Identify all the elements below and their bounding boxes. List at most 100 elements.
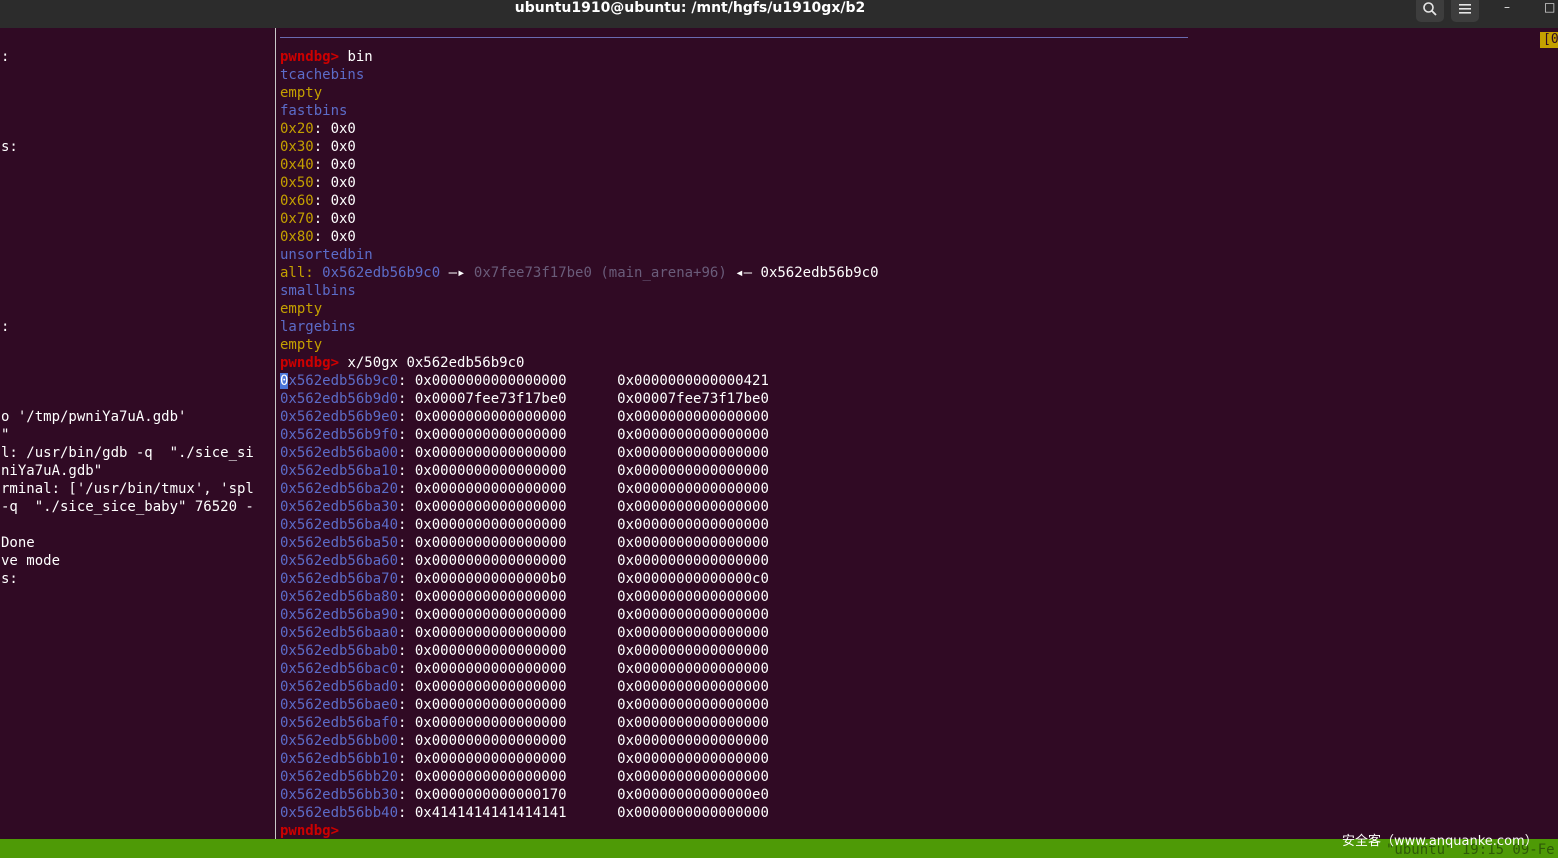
fastbin-row: 0x70: 0x0 [280, 211, 356, 227]
fastbin-size: 0x70 [280, 211, 314, 227]
fastbin-value: 0x0 [330, 139, 356, 155]
memory-value: 0x00000000000000e0 [617, 787, 769, 803]
largebins-value: empty [280, 337, 323, 353]
command-text: x/50gx 0x562edb56b9c0 [339, 355, 525, 371]
memory-row: 0x562edb56ba60: 0x0000000000000000 0x000… [280, 553, 769, 569]
tcachebins-header: tcachebins [280, 67, 365, 83]
smallbins-header: smallbins [280, 283, 356, 299]
memory-value: 0x0000000000000000 [617, 445, 769, 461]
memory-address: 0x562edb56ba00 [280, 445, 399, 461]
memory-value: 0x0000000000000000 [617, 697, 769, 713]
memory-value: 0x00007fee73f17be0 [414, 391, 567, 407]
memory-row: 0x562edb56ba30: 0x0000000000000000 0x000… [280, 499, 769, 515]
memory-value: 0x0000000000000000 [617, 805, 769, 821]
memory-value: 0x0000000000000000 [617, 517, 769, 533]
minimize-button[interactable]: – [1504, 0, 1510, 14]
memory-value: 0x0000000000000170 [414, 787, 567, 803]
memory-value: 0x0000000000000000 [617, 535, 769, 551]
memory-value: 0x0000000000000000 [617, 715, 769, 731]
memory-value: 0x0000000000000000 [414, 661, 567, 677]
memory-value: 0x0000000000000000 [617, 661, 769, 677]
memory-address: 0x562edb56ba30 [280, 499, 399, 515]
memory-row: 0x562edb56bb10: 0x0000000000000000 0x000… [280, 751, 769, 767]
memory-address: 0x562edb56b9e0 [280, 409, 399, 425]
memory-address: 0x562edb56bac0 [280, 661, 399, 677]
maximize-button[interactable]: □ [1544, 0, 1555, 14]
memory-address: 0x562edb56ba70 [280, 571, 399, 587]
left-terminal-pane[interactable]: : s:: o '/tmp/pwniYa7uA.gdb' " l: /usr/bin/g… [1, 48, 273, 838]
memory-value: 0x0000000000000000 [617, 769, 769, 785]
terminal-line: " [1, 427, 10, 443]
fastbin-value: 0x0 [330, 211, 356, 227]
terminal-line: : [1, 49, 10, 65]
prompt: pwndbg> [280, 355, 340, 371]
memory-value: 0x0000000000000000 [414, 769, 567, 785]
terminal-line: -q "./sice_sice_baby" 76520 - [1, 499, 254, 515]
memory-address: 0x562edb56bb30 [280, 787, 399, 803]
memory-row: 0x562edb56bb40: 0x4141414141414141 0x000… [280, 805, 769, 821]
unsortedbin-header: unsortedbin [280, 247, 373, 263]
memory-row: 0x562edb56b9d0: 0x00007fee73f17be0 0x000… [280, 391, 769, 407]
menu-button[interactable] [1451, 0, 1479, 22]
memory-address: 0x562edb56baa0 [280, 625, 399, 641]
memory-value: 0x0000000000000000 [414, 427, 567, 443]
memory-row: 0x562edb56bab0: 0x0000000000000000 0x000… [280, 643, 769, 659]
terminal-line: Done [1, 535, 35, 551]
terminal-line: niYa7uA.gdb" [1, 463, 103, 479]
memory-value: 0x0000000000000000 [414, 643, 567, 659]
memory-value: 0x0000000000000000 [414, 589, 567, 605]
search-icon [1423, 2, 1437, 16]
memory-value: 0x4141414141414141 [414, 805, 567, 821]
terminal-area[interactable]: [0 : s:: o '/tmp/pwniYa7uA.gdb' " l: /usr/bi… [0, 28, 1558, 839]
search-button[interactable] [1416, 0, 1444, 22]
memory-row: 0x562edb56b9c0: 0x0000000000000000 0x000… [280, 373, 769, 389]
terminal-line: l: /usr/bin/gdb -q "./sice_si [1, 445, 254, 461]
memory-value: 0x0000000000000000 [414, 607, 567, 623]
fastbin-value: 0x0 [330, 193, 356, 209]
memory-value: 0x0000000000000000 [617, 409, 769, 425]
memory-value: 0x0000000000000000 [414, 445, 567, 461]
memory-row: 0x562edb56bad0: 0x0000000000000000 0x000… [280, 679, 769, 695]
right-terminal-pane[interactable]: pwndbg> bin tcachebins empty fastbins 0x… [280, 48, 1540, 840]
window-titlebar: ubuntu1910@ubuntu: /mnt/hgfs/u1910gx/b2 … [0, 0, 1558, 28]
memory-row: 0x562edb56ba00: 0x0000000000000000 0x000… [280, 445, 769, 461]
memory-address: 0x562edb56b9c0 [280, 373, 399, 389]
memory-address: 0x562edb56ba50 [280, 535, 399, 551]
memory-value: 0x0000000000000421 [617, 373, 769, 389]
pane-divider[interactable] [275, 28, 276, 839]
memory-row: 0x562edb56bb20: 0x0000000000000000 0x000… [280, 769, 769, 785]
memory-address: 0x562edb56b9f0 [280, 427, 399, 443]
memory-row: 0x562edb56ba90: 0x0000000000000000 0x000… [280, 607, 769, 623]
memory-value: 0x0000000000000000 [617, 625, 769, 641]
memory-row: 0x562edb56bac0: 0x0000000000000000 0x000… [280, 661, 769, 677]
memory-value: 0x0000000000000000 [617, 643, 769, 659]
arrow-icon: ◂— [735, 265, 753, 281]
fastbin-row: 0x40: 0x0 [280, 157, 356, 173]
memory-value: 0x0000000000000000 [414, 697, 567, 713]
prompt: pwndbg> [280, 49, 340, 65]
fastbin-size: 0x60 [280, 193, 314, 209]
memory-value: 0x0000000000000000 [414, 715, 567, 731]
memory-row: 0x562edb56baf0: 0x0000000000000000 0x000… [280, 715, 769, 731]
terminal-line: ve mode [1, 553, 61, 569]
memory-value: 0x0000000000000000 [414, 535, 567, 551]
command-text: bin [339, 49, 373, 65]
memory-value: 0x0000000000000000 [414, 463, 567, 479]
memory-row: 0x562edb56ba10: 0x0000000000000000 0x000… [280, 463, 769, 479]
unsorted-addr: 0x7fee73f17be0 (main_arena+96) [473, 265, 727, 281]
fastbin-size: 0x50 [280, 175, 314, 191]
memory-value: 0x0000000000000000 [414, 517, 567, 533]
memory-value: 0x0000000000000000 [414, 733, 567, 749]
terminal-line: s: [1, 139, 18, 155]
memory-value: 0x0000000000000000 [617, 607, 769, 623]
memory-value: 0x0000000000000000 [617, 733, 769, 749]
